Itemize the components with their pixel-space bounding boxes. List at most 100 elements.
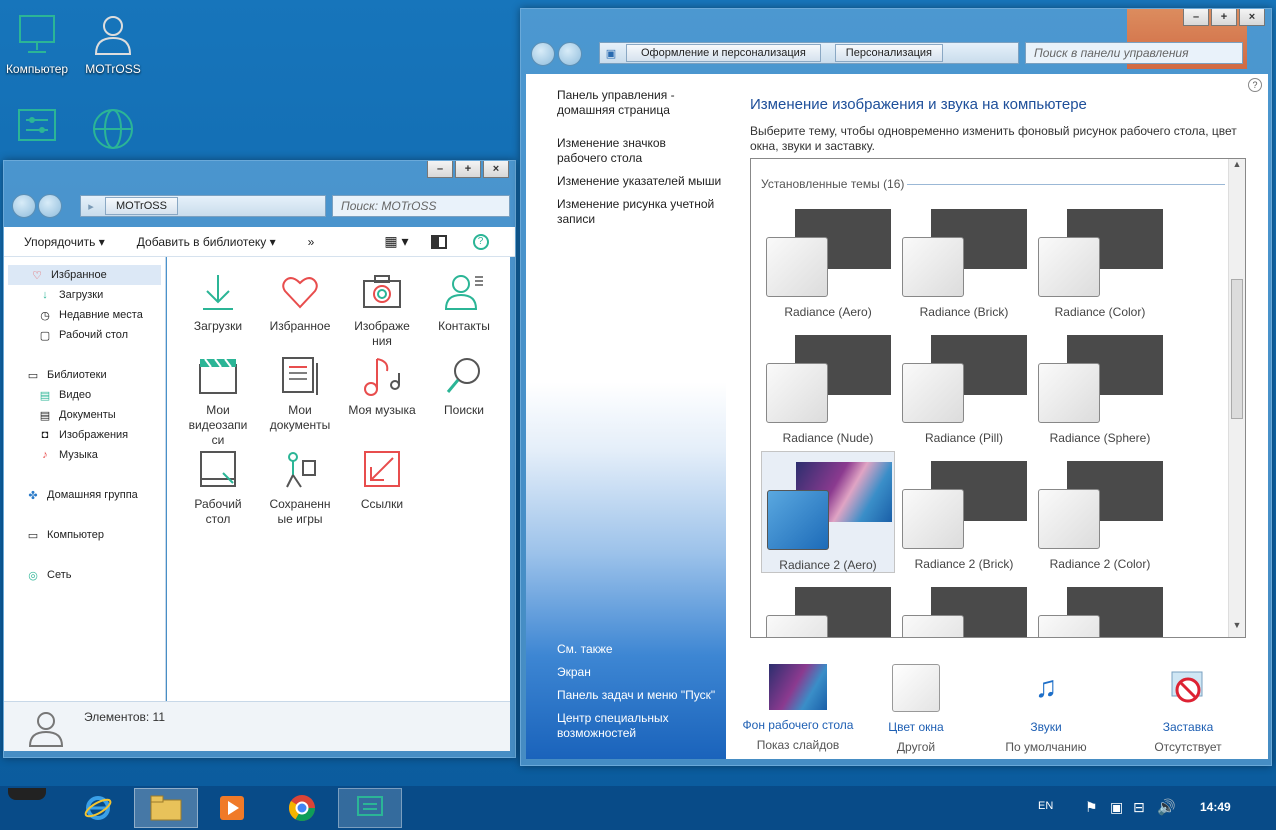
theme-item[interactable]: [1033, 577, 1167, 637]
add-library-menu[interactable]: Добавить в библиотеку ▾: [121, 235, 292, 249]
desktop-icons-link[interactable]: Изменение значков рабочего стола: [557, 136, 697, 166]
scrollbar[interactable]: ▲ ▼: [1228, 159, 1245, 637]
divider: [907, 184, 1225, 185]
theme-item[interactable]: Radiance 2 (Brick): [897, 451, 1031, 573]
nav-recent[interactable]: ◷ Недавние места: [4, 305, 165, 325]
network-icon[interactable]: ⊟: [1133, 799, 1145, 816]
maximize-button[interactable]: +: [1211, 9, 1237, 26]
folder-links[interactable]: Ссылки: [346, 449, 418, 512]
preview-pane-icon[interactable]: [430, 234, 447, 249]
view-icon[interactable]: ▦ ▾: [384, 233, 408, 250]
desktop-icon-user[interactable]: MOTrOSS: [78, 12, 148, 76]
window-color-icon: [892, 664, 940, 712]
minimize-button[interactable]: –: [427, 161, 453, 178]
theme-item[interactable]: Radiance 2 (Color): [1033, 451, 1167, 573]
theme-item[interactable]: Radiance (Color): [1033, 199, 1167, 321]
nav-computer[interactable]: ▭ Компьютер: [4, 525, 165, 545]
theme-item[interactable]: [897, 577, 1031, 637]
organize-menu[interactable]: Упорядочить ▾: [8, 235, 121, 249]
breadcrumb[interactable]: MOTrOSS: [105, 197, 178, 215]
theme-label: Radiance 2 (Aero): [779, 558, 877, 572]
folder-music[interactable]: Моя музыка: [346, 355, 418, 418]
sounds-option[interactable]: ♫ Звуки По умолчанию: [981, 664, 1111, 754]
maximize-button[interactable]: +: [455, 161, 481, 178]
media-player-button[interactable]: [200, 788, 264, 828]
window-color-option[interactable]: Цвет окна Другой: [851, 664, 981, 754]
desktop-icon-computer[interactable]: Компьютер: [2, 12, 72, 76]
volume-icon[interactable]: 🔊: [1157, 798, 1176, 816]
close-button[interactable]: ×: [1239, 9, 1265, 26]
language-indicator[interactable]: EN: [1038, 800, 1053, 812]
folder-videos[interactable]: Мои видеозапи си: [182, 355, 254, 448]
user-icon: [90, 12, 136, 58]
nav-homegroup[interactable]: ✤ Домашняя группа: [4, 485, 165, 505]
folder-documents[interactable]: Мои документы: [264, 355, 336, 433]
folder-desktop[interactable]: Рабочий стол: [182, 449, 254, 527]
theme-item-selected[interactable]: Radiance 2 (Aero): [761, 451, 895, 573]
folder-games[interactable]: Сохраненн ые игры: [264, 449, 336, 527]
nav-documents[interactable]: ▤ Документы: [4, 405, 165, 425]
accessibility-link[interactable]: Центр специальных возможностей: [557, 711, 697, 741]
forward-button[interactable]: [558, 42, 582, 66]
theme-item[interactable]: Radiance (Brick): [897, 199, 1031, 321]
address-bar[interactable]: ▣ Оформление и персонализация Персонализ…: [599, 42, 1019, 64]
nav-desktop[interactable]: ▢ Рабочий стол: [4, 325, 165, 345]
mouse-pointers-link[interactable]: Изменение указателей мыши: [557, 174, 727, 189]
back-button[interactable]: [531, 42, 555, 66]
desktop-icon: ▢: [39, 329, 51, 342]
nav-video[interactable]: ▤ Видео: [4, 385, 165, 405]
nav-music[interactable]: ♪ Музыка: [4, 445, 165, 465]
theme-item[interactable]: Radiance (Pill): [897, 325, 1031, 447]
breadcrumb-personalization[interactable]: Персонализация: [834, 44, 943, 62]
explorer-taskbar-button[interactable]: [134, 788, 198, 828]
back-button[interactable]: [12, 194, 36, 218]
scroll-up-arrow[interactable]: ▲: [1229, 159, 1245, 176]
taskbar: EN ⚑ ▣ ⊟ 🔊 14:49: [0, 786, 1276, 830]
theme-item[interactable]: Radiance (Aero): [761, 199, 895, 321]
minimize-button[interactable]: –: [1183, 9, 1209, 26]
forward-button[interactable]: [38, 194, 62, 218]
nav-network[interactable]: ◎ Сеть: [4, 565, 165, 585]
internet-explorer-button[interactable]: [66, 788, 130, 828]
search-input[interactable]: Поиск в панели управления: [1025, 42, 1243, 64]
folder-contacts[interactable]: Контакты: [428, 271, 500, 334]
folder-downloads[interactable]: Загрузки: [182, 271, 254, 334]
toolbar: Упорядочить ▾ Добавить в библиотеку ▾ » …: [4, 227, 515, 257]
control-panel-taskbar-button[interactable]: [338, 788, 402, 828]
desktop-background-option[interactable]: Фон рабочего стола Показ слайдов: [733, 664, 863, 752]
more-commands-button[interactable]: »: [292, 235, 331, 249]
action-center-icon[interactable]: ⚑: [1085, 799, 1098, 816]
home-link[interactable]: Панель управления - домашняя страница: [557, 88, 697, 118]
scroll-thumb[interactable]: [1231, 279, 1243, 419]
desktop-icon-control-panel[interactable]: [2, 106, 72, 156]
help-icon[interactable]: ?: [1248, 78, 1262, 92]
control-panel-icon: ▣: [605, 47, 617, 60]
theme-item[interactable]: [761, 577, 895, 637]
nav-favorites[interactable]: ♡ Избранное: [8, 265, 161, 285]
theme-item[interactable]: Radiance (Sphere): [1033, 325, 1167, 447]
search-input[interactable]: Поиск: MOTrOSS: [332, 195, 510, 217]
device-icon[interactable]: ▣: [1110, 799, 1123, 816]
breadcrumb-appearance[interactable]: Оформление и персонализация: [626, 44, 821, 62]
help-icon[interactable]: ?: [472, 233, 489, 250]
screensaver-option[interactable]: Заставка Отсутствует: [1123, 664, 1253, 754]
media-player-icon: [220, 796, 244, 820]
folder-searches[interactable]: Поиски: [428, 355, 500, 418]
display-link[interactable]: Экран: [557, 665, 591, 680]
theme-label: Radiance (Brick): [919, 305, 1009, 319]
nav-downloads[interactable]: ↓ Загрузки: [4, 285, 165, 305]
account-picture-link[interactable]: Изменение рисунка учетной записи: [557, 197, 722, 227]
address-bar[interactable]: ▸ MOTrOSS: [80, 195, 326, 217]
folder-favorites[interactable]: Избранное: [264, 271, 336, 334]
close-button[interactable]: ×: [483, 161, 509, 178]
clock[interactable]: 14:49: [1200, 800, 1231, 814]
scroll-down-arrow[interactable]: ▼: [1229, 620, 1245, 637]
chrome-button[interactable]: [270, 788, 334, 828]
taskbar-link[interactable]: Панель задач и меню "Пуск": [557, 688, 727, 703]
nav-images[interactable]: ◘ Изображения: [4, 425, 165, 445]
folder-images[interactable]: Изображе ния: [346, 271, 418, 349]
desktop-icon-network[interactable]: [78, 106, 148, 156]
start-button[interactable]: [8, 788, 46, 800]
nav-libraries[interactable]: ▭ Библиотеки: [4, 365, 165, 385]
theme-item[interactable]: Radiance (Nude): [761, 325, 895, 447]
